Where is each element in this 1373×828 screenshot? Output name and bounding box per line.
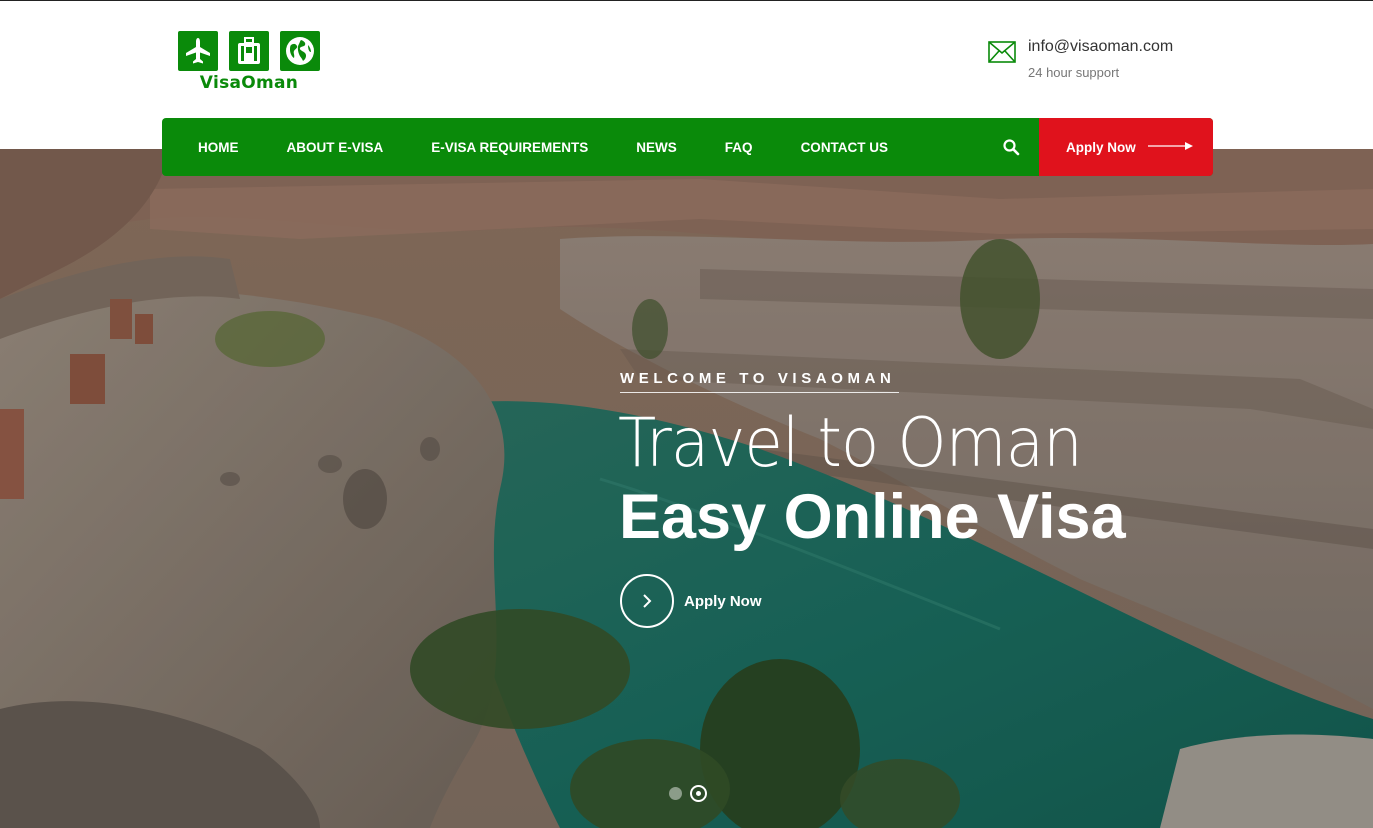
hero-kicker: WELCOME TO VISAOMAN — [620, 370, 896, 387]
contact-email-link[interactable]: info@visaoman.com — [1028, 38, 1173, 56]
slider-dot-1[interactable] — [669, 787, 682, 800]
nav-item-faq[interactable]: FAQ — [725, 140, 753, 155]
arrow-right-icon — [1147, 138, 1194, 156]
header-contact: info@visaoman.com 24 hour support — [988, 36, 1173, 80]
hero-title-line1: Travel to Oman — [618, 404, 1083, 483]
hero-title-line2: Easy Online Visa — [619, 482, 1126, 552]
nav-item-e-visa-requirements[interactable]: E-VISA REQUIREMENTS — [431, 140, 588, 155]
contact-support-text: 24 hour support — [1028, 65, 1120, 80]
chevron-right-icon[interactable] — [620, 574, 674, 628]
suitcase-icon — [229, 31, 269, 71]
logo-text: VisaOman — [199, 73, 299, 93]
envelope-icon — [988, 41, 1016, 63]
globe-icon — [280, 31, 320, 71]
airplane-icon — [178, 31, 218, 71]
slider-pagination — [669, 785, 707, 802]
slider-dot-2-active[interactable] — [690, 785, 707, 802]
nav-item-about-e-visa[interactable]: ABOUT E-VISA — [287, 140, 384, 155]
nav-menu: HOME ABOUT E-VISA E-VISA REQUIREMENTS NE… — [198, 140, 936, 155]
nav-item-contact-us[interactable]: CONTACT US — [801, 140, 889, 155]
hero-apply-button[interactable]: Apply Now — [620, 574, 762, 628]
top-rule — [0, 0, 1373, 1]
main-navigation: HOME ABOUT E-VISA E-VISA REQUIREMENTS NE… — [162, 118, 1213, 176]
hero-slider: WELCOME TO VISAOMAN Travel to Oman Easy … — [0, 149, 1373, 828]
hero-apply-label[interactable]: Apply Now — [684, 593, 762, 610]
nav-apply-label: Apply Now — [1066, 139, 1136, 155]
kicker-underline — [620, 392, 899, 393]
nav-apply-button[interactable]: Apply Now — [1039, 118, 1213, 176]
site-logo[interactable]: VisaOman — [178, 31, 320, 93]
search-icon[interactable] — [1002, 138, 1020, 156]
nav-item-home[interactable]: HOME — [198, 140, 239, 155]
nav-item-news[interactable]: NEWS — [636, 140, 677, 155]
logo-icons — [178, 31, 320, 71]
